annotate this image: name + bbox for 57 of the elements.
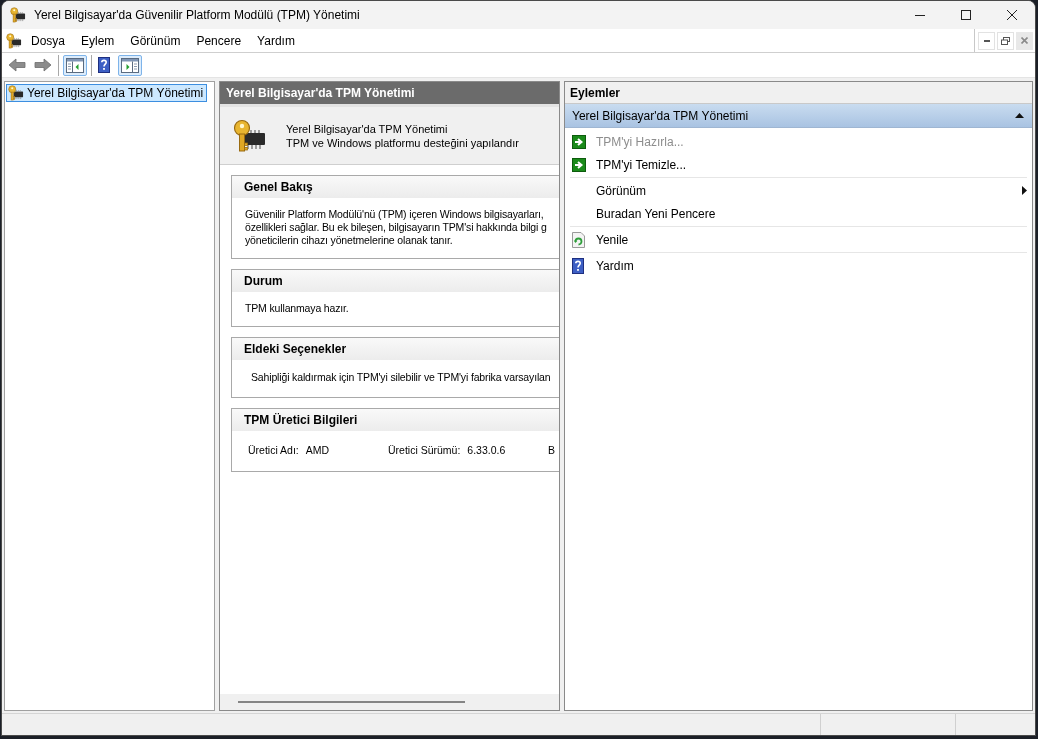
banner-subtitle: TPM ve Windows platformu desteğini yapılandır	[286, 135, 519, 150]
section-text: Güvenilir Platform Modülü'nü (TPM) içeren Windows bilgisayarları, özellikleri sağlar. Bu ek bileşen, bilgisayarın TPM'si hakkında bilgi g yöneticilerin cihazı yönetmelerine olanak tanır.	[244, 207, 548, 248]
arrow-icon	[572, 157, 586, 172]
action-item[interactable]: Görünüm	[570, 179, 1027, 202]
action-item[interactable]: TPM'yi Temizle...	[570, 153, 1027, 176]
tree-item[interactable]: Yerel Bilgisayar'da TPM Yönetimi	[6, 84, 208, 102]
field-label: Üretici Adı:	[248, 444, 299, 457]
arrow-icon	[572, 134, 586, 149]
menu-item[interactable]: Yardım	[249, 29, 303, 52]
action-item[interactable]: Buradan Yeni Pencere	[570, 202, 1027, 225]
show-actions-button[interactable]	[118, 54, 142, 76]
close-icon	[1021, 37, 1028, 44]
key-chip-icon	[233, 118, 267, 153]
menu-item[interactable]: Dosya	[23, 29, 73, 52]
field-value: 6.33.0.6	[467, 444, 506, 457]
submenu-arrow-icon	[1022, 186, 1027, 195]
restore-icon	[1001, 36, 1010, 45]
left-pane-icon	[66, 57, 84, 73]
show-tree-button[interactable]	[63, 54, 87, 76]
action-item[interactable]: Yardım	[570, 254, 1027, 277]
menu-item[interactable]: Pencere	[188, 29, 250, 52]
section-title: Durum	[232, 270, 559, 292]
key-chip-icon	[8, 85, 24, 101]
minimize-icon	[983, 39, 990, 42]
right-pane-icon	[121, 57, 139, 73]
action-group-header[interactable]: Yerel Bilgisayar'da TPM Yönetimi	[565, 104, 1032, 128]
maximize-icon	[961, 10, 971, 20]
field-label: B	[548, 444, 555, 457]
actions-title: Eylemler	[565, 82, 1032, 104]
app-icon	[10, 7, 26, 23]
section-title: Eldeki Seçenekler	[232, 338, 559, 360]
collapse-icon	[1015, 113, 1024, 118]
pane-title: Yerel Bilgisayar'da TPM Yönetimi	[220, 82, 559, 104]
help-button[interactable]	[96, 54, 112, 76]
back-arrow-icon	[8, 58, 26, 72]
menu-app-icon	[6, 32, 22, 49]
banner-title: Yerel Bilgisayar'da TPM Yönetimi	[286, 121, 449, 136]
section-title: Genel Bakış	[232, 176, 559, 198]
close-button[interactable]	[1016, 31, 1033, 50]
action-item[interactable]: Yenile	[570, 228, 1027, 251]
field-value: AMD	[305, 444, 330, 457]
section-text: TPM kullanmaya hazır.	[244, 301, 350, 316]
restore-button[interactable]	[997, 31, 1014, 50]
forward-arrow-icon	[34, 58, 52, 72]
minimize-button[interactable]	[978, 31, 995, 50]
window-title: Yerel Bilgisayar'da Güvenilir Platform Modülü (TPM) Yönetimi	[34, 7, 360, 24]
menu-item[interactable]: Eylem	[73, 29, 123, 52]
help-icon	[98, 57, 110, 73]
section-text: Sahipliği kaldırmak için TPM'yi silebilir ve TPM'yi fabrika varsayılan	[250, 370, 552, 385]
close-icon	[1007, 10, 1017, 20]
field-label: Üretici Sürümü:	[388, 444, 461, 457]
scrollbar-thumb[interactable]	[238, 701, 465, 703]
minimize-icon	[915, 14, 925, 16]
help-icon	[572, 257, 584, 274]
refresh-icon	[572, 231, 585, 248]
section-title: TPM Üretici Bilgileri	[232, 409, 559, 431]
menu-item[interactable]: Görünüm	[122, 29, 189, 52]
